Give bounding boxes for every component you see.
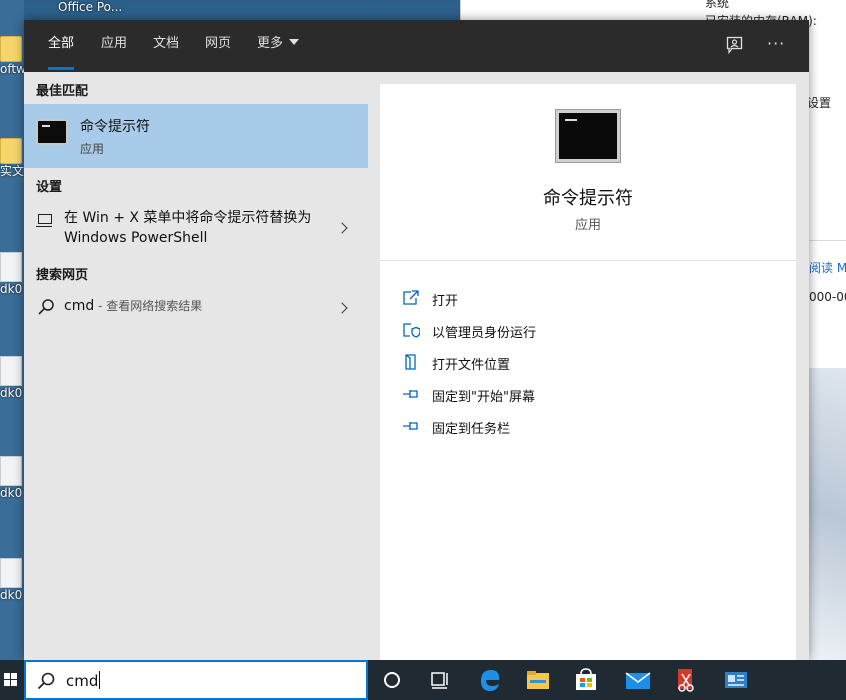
desktop-icon[interactable]: dk0 xyxy=(0,456,24,500)
settings-result-label: 在 Win + X 菜单中将命令提示符替换为 Windows PowerShel… xyxy=(64,210,312,246)
system-heading: 系统 xyxy=(705,0,730,10)
web-search-item[interactable]: cmd - 查看网络搜索结果 xyxy=(24,294,368,320)
desktop-icon-label: dk0 xyxy=(0,486,23,500)
search-panel: 全部 应用 文档 网页 更多 ··· 最佳匹配 命令提示符 应用 设置 在 Wi… xyxy=(24,20,809,660)
best-match-item[interactable]: 命令提示符 应用 xyxy=(24,104,368,168)
preview-app-type: 应用 xyxy=(574,218,601,233)
chevron-right-icon[interactable] xyxy=(336,302,348,314)
preview-pane: 命令提示符 应用 打开 以管理员身份运行 打开文件位置 固定到"开始"屏幕 固定… xyxy=(380,84,796,660)
pin-icon xyxy=(403,390,418,398)
laptop-icon xyxy=(36,214,52,227)
tab-all[interactable]: 全部 xyxy=(48,20,75,72)
web-search-label: cmd - 查看网络搜索结果 xyxy=(64,297,202,314)
tab-web[interactable]: 网页 xyxy=(205,20,231,72)
task-view-icon[interactable] xyxy=(420,660,460,700)
desktop-icon[interactable]: 实文 xyxy=(0,138,24,178)
search-input[interactable]: cmd xyxy=(66,671,101,690)
open-file-location-action[interactable]: 打开文件位置 xyxy=(402,352,762,374)
desktop-icon-label: dk0 xyxy=(0,386,23,400)
file-explorer-icon[interactable] xyxy=(518,660,558,700)
search-icon xyxy=(38,299,54,315)
desktop-icon-label: 实文 xyxy=(0,164,24,178)
file-icon xyxy=(0,356,22,386)
wallpaper xyxy=(808,368,846,660)
edge-browser-icon[interactable] xyxy=(470,660,510,700)
read-link[interactable]: 阅读 M xyxy=(809,259,846,276)
open-icon xyxy=(403,290,419,305)
desktop-icon-label: dk0 xyxy=(0,282,23,296)
command-prompt-icon xyxy=(36,119,68,145)
desktop-icon[interactable]: dk0 xyxy=(0,558,24,602)
feedback-icon[interactable] xyxy=(726,36,744,54)
file-location-icon xyxy=(405,354,416,370)
tab-apps[interactable]: 应用 xyxy=(101,20,127,72)
best-match-heading: 最佳匹配 xyxy=(36,84,89,99)
windows-start-icon[interactable] xyxy=(0,660,24,700)
file-icon xyxy=(0,252,22,282)
settings-link[interactable]: 设置 xyxy=(807,94,831,111)
chevron-down-icon xyxy=(289,39,300,45)
web-search-query: cmd xyxy=(64,298,95,314)
tab-more-label: 更多 xyxy=(257,36,284,51)
settings-heading: 设置 xyxy=(36,180,63,195)
folder-icon xyxy=(0,36,22,62)
divider xyxy=(809,240,846,241)
system-info-icon[interactable] xyxy=(716,660,756,700)
folder-icon xyxy=(0,138,22,164)
best-match-name: 命令提示符 xyxy=(80,119,150,135)
run-as-admin-action[interactable]: 以管理员身份运行 xyxy=(402,320,762,342)
shield-icon xyxy=(403,323,420,338)
best-match-type: 应用 xyxy=(80,142,105,156)
desktop-top-label[interactable]: Office Po... xyxy=(58,0,122,14)
file-icon xyxy=(0,456,22,486)
snipping-tool-icon[interactable] xyxy=(666,660,706,700)
preview-divider xyxy=(380,260,796,261)
desktop-icon[interactable]: dk0 xyxy=(0,252,24,296)
results-list: 最佳匹配 命令提示符 应用 设置 在 Win + X 菜单中将命令提示符替换为 … xyxy=(24,72,368,660)
pin-to-start-action[interactable]: 固定到"开始"屏幕 xyxy=(402,384,762,406)
open-action[interactable]: 打开 xyxy=(402,288,762,310)
desktop-icon-label: dk0 xyxy=(0,588,23,602)
chevron-right-icon[interactable] xyxy=(336,222,348,234)
command-prompt-icon xyxy=(556,110,620,162)
ellipsis-icon[interactable]: ··· xyxy=(767,34,785,53)
tab-documents[interactable]: 文档 xyxy=(153,20,179,72)
store-icon[interactable] xyxy=(566,660,606,700)
pin-to-taskbar-action[interactable]: 固定到任务栏 xyxy=(402,416,762,438)
pin-icon xyxy=(403,422,418,430)
tab-more[interactable]: 更多 xyxy=(257,20,300,72)
desktop-icon[interactable]: oftwa xyxy=(0,36,24,76)
search-icon xyxy=(37,672,55,690)
product-id: 000-00 xyxy=(809,290,846,304)
open-file-location-label: 打开文件位置 xyxy=(432,358,511,373)
settings-result-item[interactable]: 在 Win + X 菜单中将命令提示符替换为 Windows PowerShel… xyxy=(24,208,368,254)
web-search-hint: - 查看网络搜索结果 xyxy=(94,299,203,313)
pin-to-taskbar-label: 固定到任务栏 xyxy=(432,422,511,437)
web-search-heading: 搜索网页 xyxy=(36,268,89,283)
desktop-icon[interactable]: dk0 xyxy=(0,356,24,400)
taskbar-search-box[interactable]: cmd xyxy=(24,660,368,700)
mail-icon[interactable] xyxy=(618,660,658,700)
text-caret xyxy=(99,671,101,689)
search-query: cmd xyxy=(66,672,99,690)
filter-tabbar: 全部 应用 文档 网页 更多 ··· xyxy=(24,20,809,72)
pin-to-start-label: 固定到"开始"屏幕 xyxy=(432,390,535,405)
desktop-icon-label: oftwa xyxy=(0,62,24,76)
run-as-admin-label: 以管理员身份运行 xyxy=(432,326,537,341)
cortana-icon[interactable] xyxy=(372,660,412,700)
open-label: 打开 xyxy=(432,294,459,309)
file-icon xyxy=(0,558,22,588)
preview-app-name: 命令提示符 xyxy=(543,188,633,209)
